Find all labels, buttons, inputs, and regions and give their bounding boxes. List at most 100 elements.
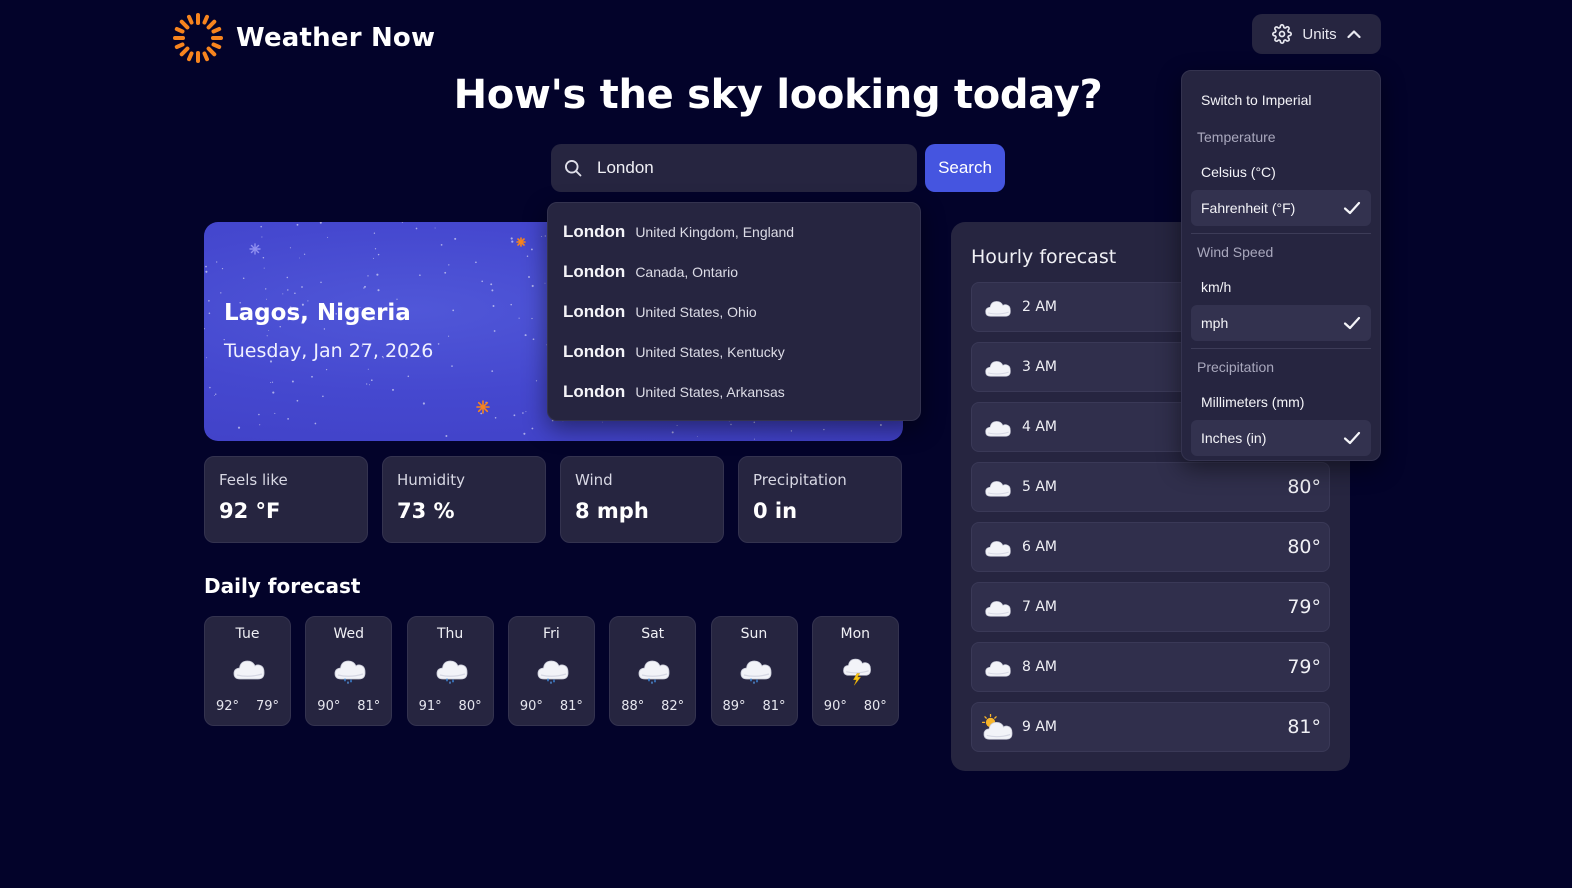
day-high: 92° [216, 699, 240, 714]
hour-time: 5 AM [1022, 479, 1058, 495]
search-suggestions: London United Kingdom, England London Ca… [547, 202, 921, 421]
daily-card-thu: Thu 91° 80° [406, 616, 494, 726]
day-name: Fri [543, 626, 560, 642]
option-millimeters[interactable]: Millimeters (mm) [1191, 384, 1371, 420]
stat-value: 0 in [753, 499, 798, 523]
rain-cloud-icon [436, 660, 468, 684]
suggestion-city: London [563, 382, 626, 401]
day-name: Thu [436, 626, 464, 642]
suggestion-item[interactable]: London United Kingdom, England [563, 212, 794, 252]
units-dropdown-menu: Switch to Imperial Temperature Celsius (… [1181, 70, 1381, 461]
hour-time: 9 AM [1022, 719, 1058, 735]
daily-card-mon: Mon 90° 80° [811, 616, 899, 726]
daily-card-sun: Sun 89° 81° [710, 616, 798, 726]
search-input[interactable]: London [551, 144, 917, 192]
cloud-icon [985, 481, 1011, 497]
option-kmh[interactable]: km/h [1191, 269, 1371, 305]
suggestion-region: Canada, Ontario [635, 264, 739, 280]
checkmark-icon [1343, 316, 1361, 330]
units-button[interactable]: Units [1252, 14, 1381, 54]
cloud-icon [985, 541, 1011, 557]
switch-units-option[interactable]: Switch to Imperial [1201, 92, 1311, 108]
storm-cloud-icon [842, 658, 871, 686]
search-icon [565, 160, 582, 177]
gear-icon [1272, 24, 1293, 44]
stat-value: 73 % [397, 499, 455, 523]
cloud-icon [985, 601, 1011, 617]
cloud-icon [985, 301, 1011, 317]
suggestion-city: London [563, 342, 626, 361]
cloud-icon [985, 361, 1011, 377]
day-low: 80° [458, 699, 482, 714]
day-name: Wed [333, 626, 365, 642]
day-high: 90° [823, 699, 847, 714]
hour-icon [981, 594, 1015, 622]
option-mph[interactable]: mph [1191, 305, 1371, 341]
app-logo: Weather Now [172, 12, 435, 64]
hour-icon [981, 294, 1015, 322]
hourly-row: 7 AM 79° [971, 582, 1330, 632]
day-icon [636, 651, 672, 687]
day-icon [535, 651, 571, 687]
temperature-section-label: Temperature [1197, 129, 1276, 145]
day-icon [738, 651, 774, 687]
stat-label: Humidity [397, 471, 466, 489]
current-date: Tuesday, Jan 27, 2026 [224, 340, 434, 362]
rain-cloud-icon [740, 660, 771, 684]
wind-section-label: Wind Speed [1197, 244, 1274, 260]
hour-time: 2 AM [1022, 299, 1058, 315]
hour-time: 6 AM [1022, 539, 1058, 555]
daily-forecast-title: Daily forecast [204, 574, 361, 598]
hour-icon [981, 474, 1015, 502]
option-label: km/h [1201, 279, 1232, 295]
option-label: Inches (in) [1201, 430, 1267, 446]
rain-cloud-icon [334, 660, 366, 684]
day-low: 81° [357, 699, 381, 714]
rain-cloud-icon [537, 660, 569, 684]
partly-sunny-icon [981, 713, 1013, 740]
stat-humidity: Humidity 73 % [382, 456, 546, 543]
suggestion-item[interactable]: London United States, Ohio [563, 292, 757, 332]
hour-temp: 79° [1287, 596, 1321, 618]
rain-cloud-icon [638, 660, 670, 684]
search-input-value[interactable]: London [597, 158, 654, 178]
suggestion-item[interactable]: London United States, Kentucky [563, 332, 785, 372]
hour-temp: 81° [1287, 716, 1321, 738]
day-icon [332, 651, 368, 687]
divider [1191, 233, 1371, 234]
chevron-up-icon [1346, 30, 1361, 39]
option-fahrenheit[interactable]: Fahrenheit (°F) [1191, 190, 1371, 226]
sun-logo-icon [173, 13, 223, 63]
hour-icon [981, 654, 1015, 682]
day-high: 90° [317, 699, 341, 714]
day-low: 82° [661, 699, 685, 714]
hour-time: 7 AM [1022, 599, 1058, 615]
day-name: Sun [740, 626, 768, 642]
day-high: 91° [418, 699, 442, 714]
suggestion-region: United States, Arkansas [635, 384, 785, 400]
checkmark-icon [1343, 201, 1361, 215]
cloud-icon [985, 421, 1011, 437]
hour-time: 3 AM [1022, 359, 1058, 375]
option-label: Fahrenheit (°F) [1201, 200, 1296, 216]
daily-card-sat: Sat 88° 82° [609, 616, 697, 726]
stat-value: 92 °F [219, 499, 281, 523]
suggestion-city: London [563, 222, 626, 241]
day-high: 90° [519, 699, 543, 714]
suggestion-item[interactable]: London Canada, Ontario [563, 252, 738, 292]
stat-label: Precipitation [753, 471, 847, 489]
day-low: 81° [559, 699, 583, 714]
hourly-row: 6 AM 80° [971, 522, 1330, 572]
hour-icon [981, 534, 1015, 562]
suggestion-item[interactable]: London United States, Arkansas [563, 372, 785, 412]
hour-icon [981, 354, 1015, 382]
units-label: Units [1302, 25, 1337, 43]
hourly-row: 9 AM 81° [971, 702, 1330, 752]
option-celsius[interactable]: Celsius (°C) [1191, 154, 1371, 190]
option-inches[interactable]: Inches (in) [1191, 420, 1371, 456]
search-button[interactable]: Search [925, 144, 1005, 192]
option-label: mph [1201, 315, 1229, 331]
app-title: Weather Now [236, 23, 436, 53]
suggestion-region: United States, Ohio [635, 304, 757, 320]
divider [1191, 348, 1371, 349]
